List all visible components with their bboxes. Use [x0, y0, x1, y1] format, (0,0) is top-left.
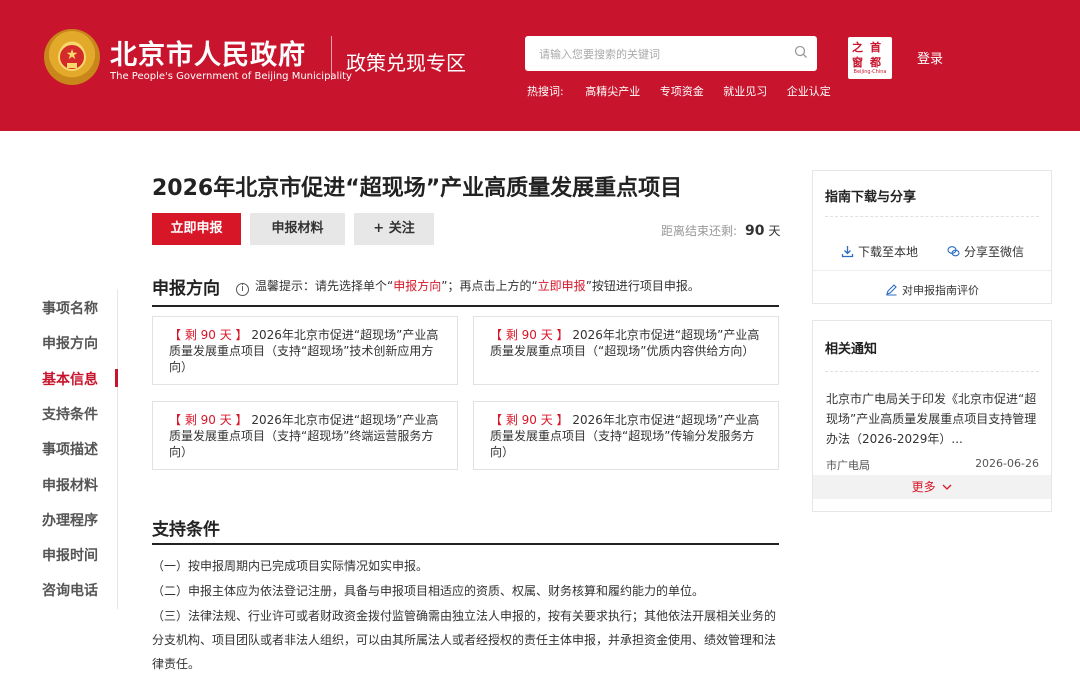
nav-item-name[interactable]: 事项名称: [42, 298, 98, 318]
zone-title[interactable]: 政策兑现专区: [346, 47, 466, 76]
hot-keywords: 热搜词: 高精尖产业 专项资金 就业见习 企业认定: [527, 83, 847, 99]
condition-item: （二）申报主体应为依法登记注册，具备与申报项目相适应的资质、权属、财务核算和履约…: [152, 584, 705, 598]
notice-date: 2026-06-26: [975, 457, 1039, 470]
direction-card[interactable]: 【 剩 90 天 】 2026年北京市促进“超现场”产业高质量发展重点项目（支持…: [152, 316, 458, 385]
apply-now-button[interactable]: 立即申报: [152, 213, 241, 245]
national-emblem-icon: ★: [44, 29, 100, 85]
follow-button[interactable]: + 关注: [354, 213, 434, 245]
site-subtitle: The People's Government of Beijing Munic…: [110, 71, 352, 82]
conditions-heading: 支持条件: [152, 520, 220, 540]
notice-source: 市广电局: [826, 459, 870, 472]
divider: [825, 371, 1039, 372]
direction-card[interactable]: 【 剩 90 天 】 2026年北京市促进“超现场”产业高质量发展重点项目（支持…: [152, 401, 458, 470]
info-icon: i: [236, 283, 249, 296]
days-remaining: 【 剩 90 天 】: [490, 328, 569, 342]
direction-card[interactable]: 【 剩 90 天 】 2026年北京市促进“超现场”产业高质量发展重点项目（“超…: [473, 316, 779, 385]
hot-keyword[interactable]: 就业见习: [723, 85, 767, 98]
notice-link[interactable]: 北京市广电局关于印发《北京市促进“超现场”产业高质量发展重点项目支持管理办法（2…: [826, 389, 1044, 449]
countdown-label: 距离结束还剩:: [661, 224, 738, 238]
nav-item-time[interactable]: 申报时间: [42, 545, 98, 565]
page-title: 2026年北京市促进“超现场”产业高质量发展重点项目: [152, 176, 683, 201]
divider: [813, 270, 1051, 271]
hot-keyword[interactable]: 专项资金: [660, 85, 704, 98]
notice-title: 相关通知: [825, 342, 878, 357]
nav-item-description[interactable]: 事项描述: [42, 439, 98, 459]
divider: [825, 216, 1039, 217]
search-icon[interactable]: [794, 45, 808, 59]
section-rule: [152, 305, 779, 307]
section-rule: [152, 543, 779, 545]
hot-label: 热搜词:: [527, 85, 564, 98]
nav-item-basic-info[interactable]: 基本信息: [42, 369, 98, 389]
download-icon: [841, 246, 854, 258]
direction-card[interactable]: 【 剩 90 天 】 2026年北京市促进“超现场”产业高质量发展重点项目（支持…: [473, 401, 779, 470]
condition-item: （三）法律法规、行业许可或者财政资金拨付监管确需由独立法人申报的，按有关要求执行…: [152, 609, 777, 671]
site-title[interactable]: 北京市人民政府: [110, 33, 306, 72]
days-remaining: 【 剩 90 天 】: [490, 413, 569, 427]
edit-icon: [886, 284, 897, 296]
capital-window-logo[interactable]: 之 首 窗 都 Beijing·China: [848, 37, 892, 79]
guide-panel: 指南下载与分享 下载至本地 分享至微信 对申报指南评价: [812, 170, 1052, 304]
search-box[interactable]: 请输入您要搜索的关键词: [525, 36, 817, 71]
countdown: 距离结束还剩: 90 天: [661, 222, 781, 239]
hot-keyword[interactable]: 高精尖产业: [585, 85, 640, 98]
more-button[interactable]: 更多: [813, 475, 1051, 499]
download-button[interactable]: 下载至本地: [841, 243, 918, 260]
login-link[interactable]: 登录: [917, 48, 943, 67]
notice-panel: 相关通知 北京市广电局关于印发《北京市促进“超现场”产业高质量发展重点项目支持管…: [812, 320, 1052, 512]
header-divider: [331, 36, 332, 80]
chevron-down-icon: [942, 484, 952, 490]
materials-button[interactable]: 申报材料: [250, 213, 345, 245]
rate-guide-button[interactable]: 对申报指南评价: [885, 282, 979, 298]
share-wechat-button[interactable]: 分享至微信: [947, 243, 1024, 260]
nav-rail: [117, 289, 118, 609]
direction-tip: i 温馨提示：请先选择单个“申报方向”；再点击上方的“立即申报”按钮进行项目申报。: [236, 277, 700, 296]
guide-title: 指南下载与分享: [825, 190, 917, 205]
search-input[interactable]: 请输入您要搜索的关键词: [539, 46, 660, 62]
nav-item-phone[interactable]: 咨询电话: [42, 580, 98, 600]
nav-active-indicator: [115, 369, 118, 387]
condition-item: （一）按申报周期内已完成项目实际情况如实申报。: [152, 559, 429, 573]
countdown-value: 90: [745, 223, 765, 239]
nav-item-procedure[interactable]: 办理程序: [42, 510, 98, 530]
countdown-unit: 天: [768, 224, 781, 238]
nav-item-direction[interactable]: 申报方向: [42, 333, 98, 353]
direction-heading: 申报方向: [152, 279, 220, 299]
days-remaining: 【 剩 90 天 】: [169, 413, 248, 427]
site-header: ★ 北京市人民政府 The People's Government of Bei…: [0, 0, 1080, 131]
days-remaining: 【 剩 90 天 】: [169, 328, 248, 342]
nav-item-materials[interactable]: 申报材料: [42, 475, 98, 495]
hot-keyword[interactable]: 企业认定: [787, 85, 831, 98]
wechat-icon: [947, 246, 960, 257]
nav-item-conditions[interactable]: 支持条件: [42, 404, 98, 424]
